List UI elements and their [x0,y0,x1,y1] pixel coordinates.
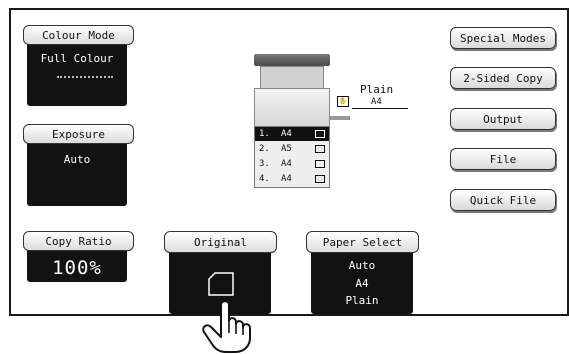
bypass-underline [352,108,408,109]
colour-mode-value: Full Colour [40,52,114,65]
tray-number: 1. [259,129,270,139]
colour-level-indicator [57,76,113,78]
exposure-button[interactable]: Exposure [23,124,134,144]
paper-tray-2[interactable]: 2. A5 ≡ [255,142,329,156]
bypass-tray-shelf [330,116,350,120]
paper-tray-4[interactable]: 4. A4 ≡ [255,172,329,186]
original-button[interactable]: Original [164,231,277,253]
paper-tray-1[interactable]: 1. A4 ≡ [255,127,329,141]
exposure-value: Auto [63,153,91,166]
quick-file-button[interactable]: Quick File [450,189,556,211]
bypass-paper-type: Plain [360,83,394,96]
exposure-display[interactable]: Auto [27,136,127,206]
bypass-tray-icon: ✋ [337,96,349,107]
paper-select-auto: Auto [348,259,376,272]
output-button[interactable]: Output [450,108,556,130]
original-document-icon [208,272,234,296]
paper-stack-icon: ≡ [315,145,325,153]
paper-select-type: Plain [345,294,379,307]
tray-size: A4 [281,159,292,169]
colour-mode-display[interactable]: Full Colour [27,36,127,106]
paper-select-size: A4 [355,277,369,290]
scanner-top [254,54,330,66]
machine-body [254,88,330,128]
file-button[interactable]: File [450,148,556,170]
tray-size: A5 [281,144,292,154]
paper-select-button[interactable]: Paper Select [306,231,419,253]
paper-stack-icon: ≡ [315,160,325,168]
tray-number: 4. [259,174,270,184]
tray-size: A4 [281,174,292,184]
tray-number: 2. [259,144,270,154]
copy-ratio-value: 100% [52,257,102,279]
output-tray [260,66,324,90]
hand-pointer-icon [202,300,251,353]
tray-size: A4 [281,129,292,139]
two-sided-copy-button[interactable]: 2-Sided Copy [450,67,556,89]
colour-mode-button[interactable]: Colour Mode [23,25,134,45]
special-modes-button[interactable]: Special Modes [450,27,556,49]
bypass-paper-size: A4 [371,97,382,107]
tray-number: 3. [259,159,270,169]
paper-stack-icon: ≡ [315,130,325,138]
paper-stack-icon: ≡ [315,175,325,183]
paper-tray-3[interactable]: 3. A4 ≡ [255,157,329,171]
copy-ratio-button[interactable]: Copy Ratio [23,231,134,251]
